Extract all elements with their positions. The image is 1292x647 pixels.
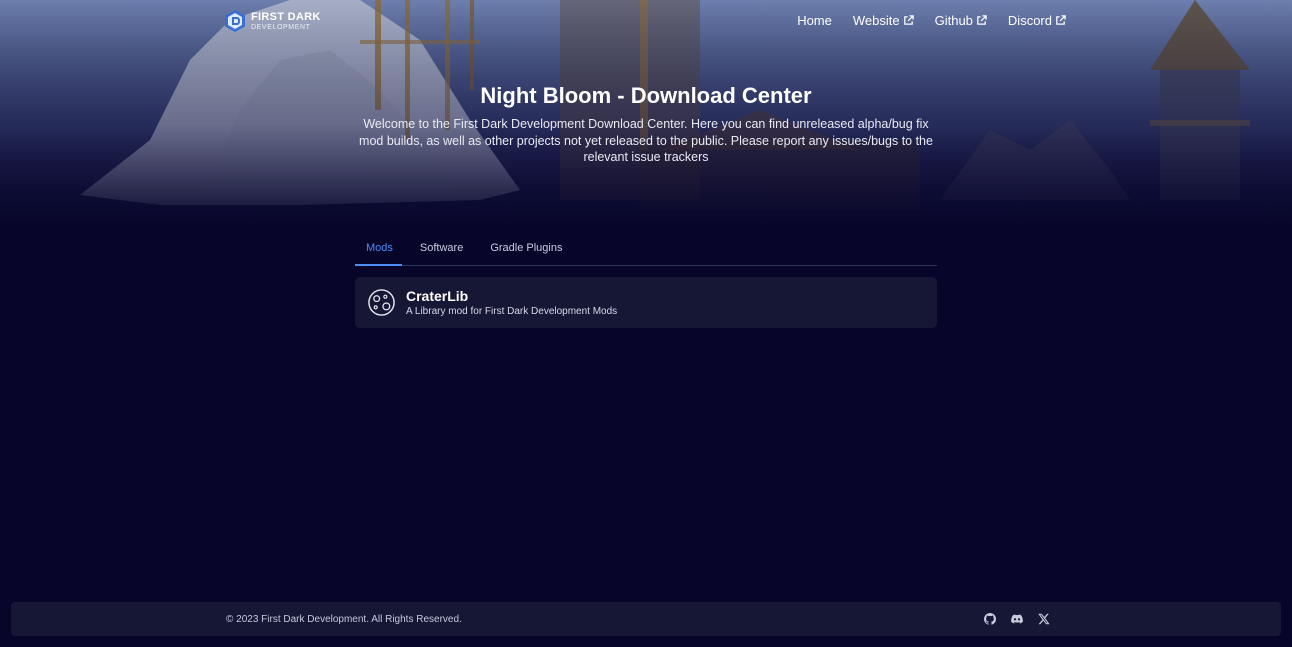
category-tabs: Mods Software Gradle Plugins <box>355 232 937 266</box>
tab-software[interactable]: Software <box>420 232 463 265</box>
brand-line2: DEVELOPMENT <box>251 23 311 31</box>
footer-social-icons <box>984 613 1050 625</box>
footer: © 2023 First Dark Development. All Right… <box>11 602 1281 636</box>
top-navbar: FIRST DARK DEVELOPMENT Home Website Gith… <box>0 0 1292 44</box>
nav-website-label: Website <box>852 13 900 28</box>
nav-home-label: Home <box>797 13 832 28</box>
nav-links: Home Website Github Discord <box>797 13 1066 28</box>
brand-logo[interactable]: FIRST DARK DEVELOPMENT <box>225 10 321 32</box>
nav-discord-label: Discord <box>1007 13 1052 28</box>
nav-github-link[interactable]: Github <box>935 13 987 28</box>
github-icon[interactable] <box>984 613 996 625</box>
external-link-icon <box>1056 15 1066 25</box>
project-name: CraterLib <box>406 288 469 304</box>
discord-icon[interactable] <box>1011 613 1023 625</box>
page: FIRST DARK DEVELOPMENT Home Website Gith… <box>0 0 1292 647</box>
page-description: Welcome to the First Dark Development Do… <box>359 117 933 164</box>
external-link-icon <box>903 15 914 25</box>
active-tab-indicator <box>355 264 402 266</box>
external-link-icon <box>977 15 987 25</box>
x-icon[interactable] <box>1038 613 1050 625</box>
project-card[interactable]: CraterLib A Library mod for First Dark D… <box>355 277 937 328</box>
logo-icon <box>225 10 245 32</box>
brand-line1: FIRST DARK <box>251 10 321 23</box>
brand-wordmark: FIRST DARK DEVELOPMENT <box>251 10 321 31</box>
nav-discord-link[interactable]: Discord <box>1008 13 1066 28</box>
page-title: Night Bloom - Download Center <box>480 83 812 108</box>
footer-copyright: © 2023 First Dark Development. All Right… <box>226 614 462 625</box>
tab-gradle-plugins[interactable]: Gradle Plugins <box>490 232 562 265</box>
nav-github-label: Github <box>934 13 973 28</box>
project-description: A Library mod for First Dark Development… <box>406 306 618 317</box>
nav-website-link[interactable]: Website <box>853 13 914 28</box>
project-card-text: CraterLib A Library mod for First Dark D… <box>406 288 617 317</box>
nav-home-link[interactable]: Home <box>797 13 832 28</box>
tab-mods[interactable]: Mods <box>366 232 393 265</box>
crater-icon <box>368 289 395 316</box>
